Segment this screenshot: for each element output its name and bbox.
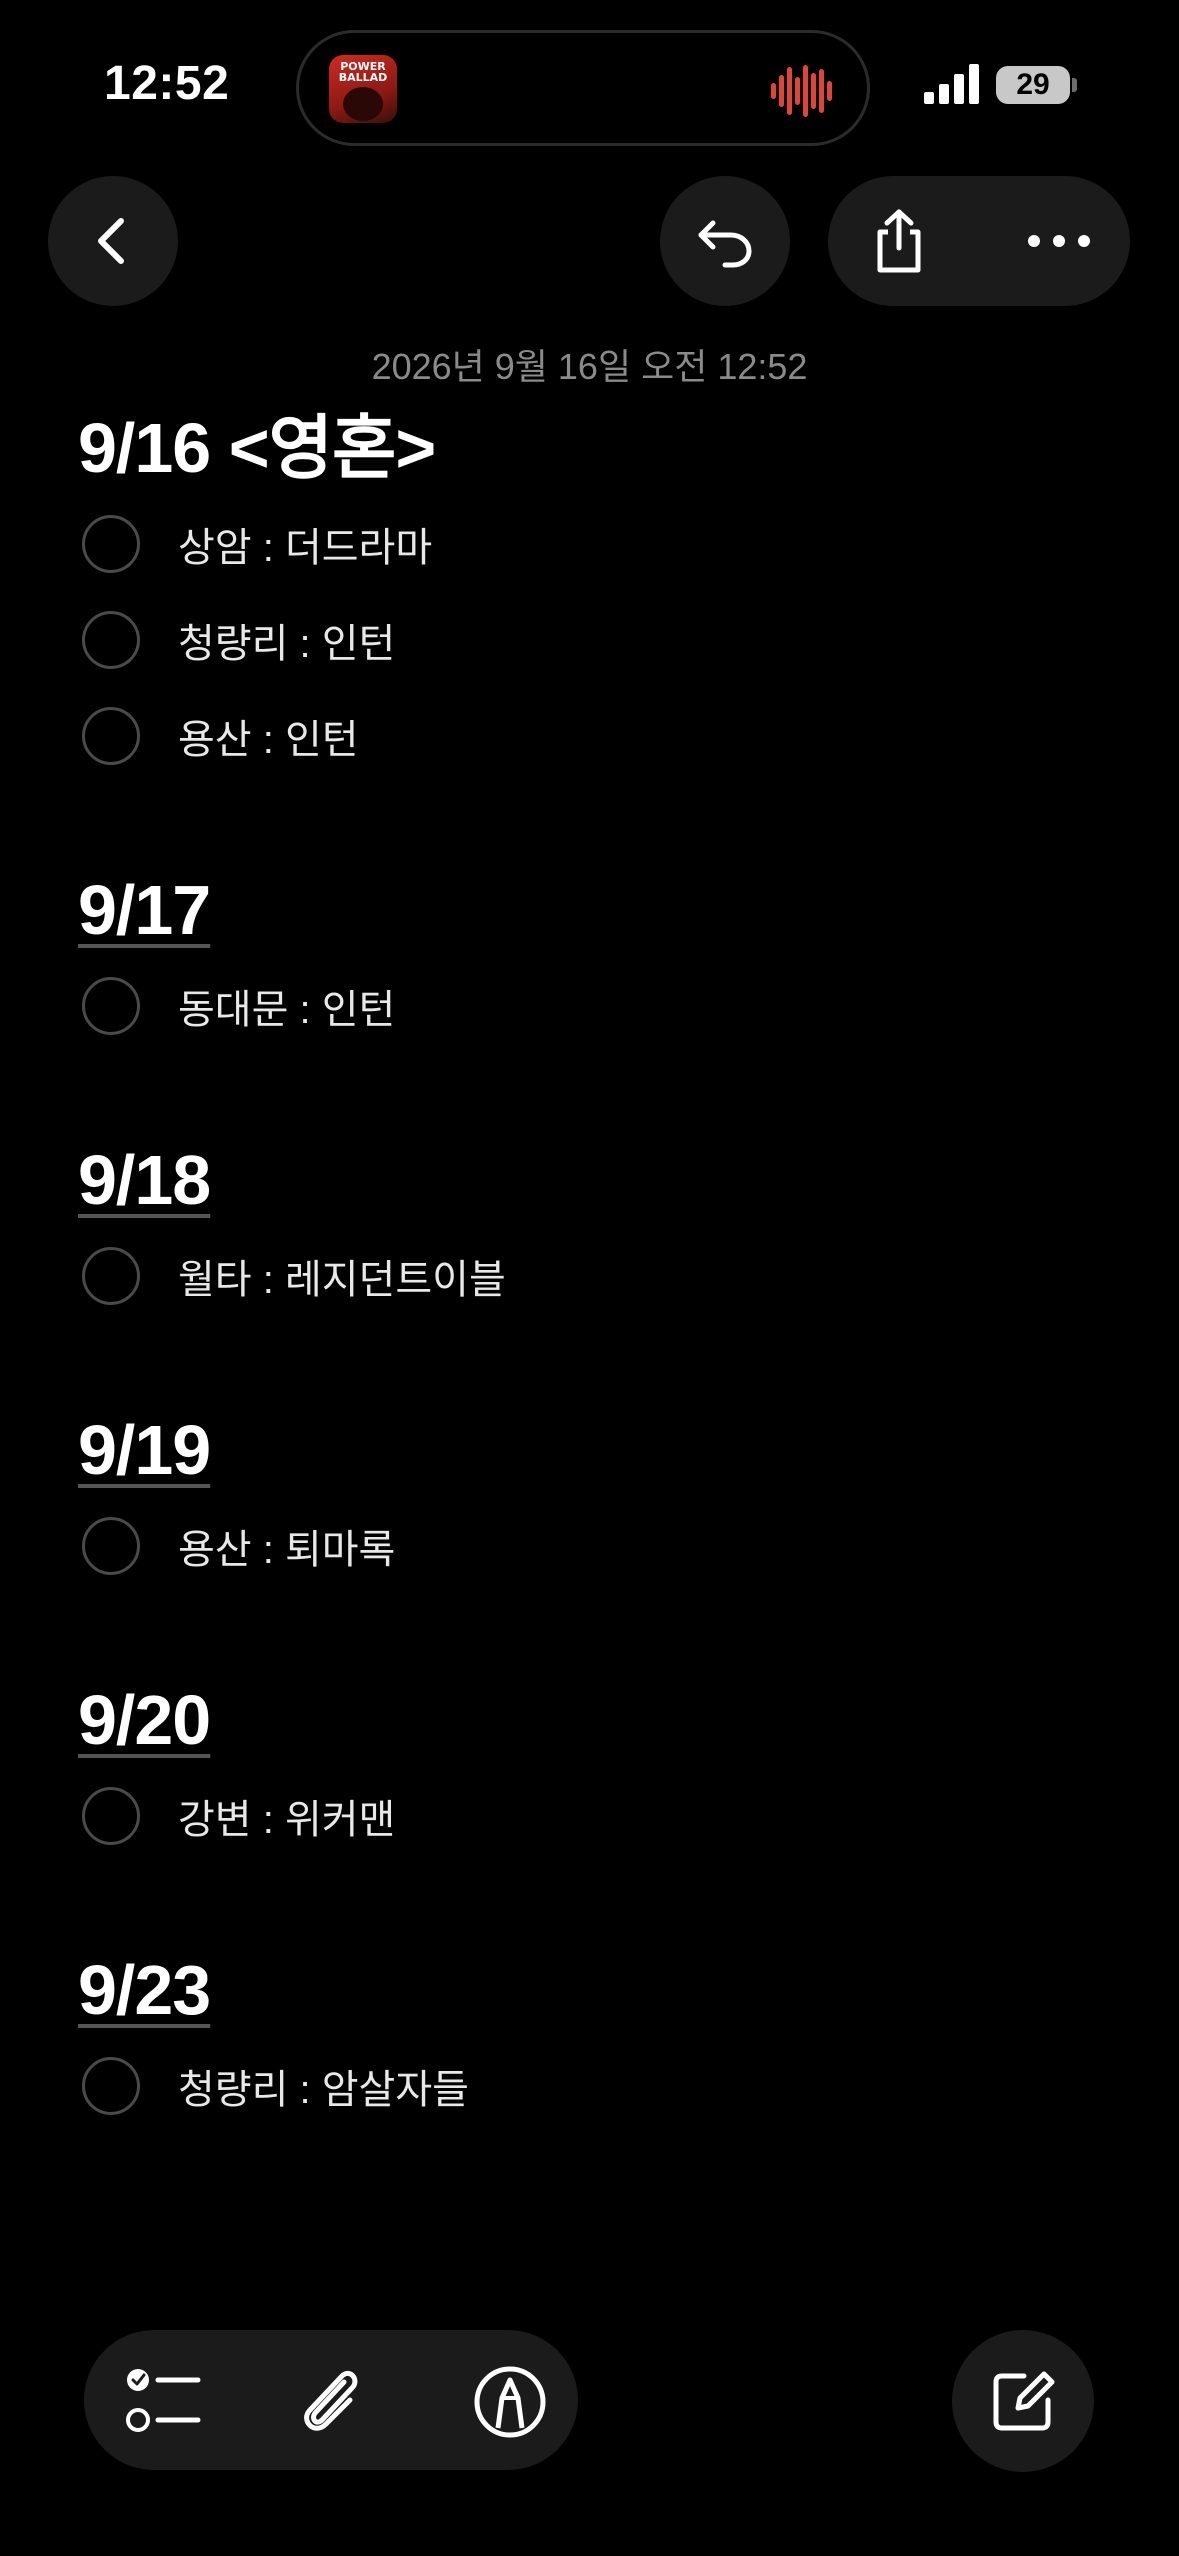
share-more-group: [828, 176, 1130, 306]
paperclip-icon[interactable]: [294, 2364, 370, 2440]
note-section: 9/20 강변 : 위커맨: [78, 1672, 1138, 1864]
note-timestamp: 2026년 9월 16일 오전 12:52: [371, 346, 808, 387]
chevron-left-icon: [98, 218, 124, 264]
undo-icon: [698, 220, 752, 268]
back-button[interactable]: [48, 176, 178, 306]
checklist-item-text[interactable]: 동대문 : 인턴: [178, 977, 395, 1035]
album-art: POWER BALLAD: [329, 55, 397, 123]
checklist-item-text[interactable]: 용산 : 퇴마록: [178, 1517, 395, 1575]
checklist-item-text[interactable]: 상암 : 더드라마: [178, 515, 432, 573]
checklist-item-text[interactable]: 월타 : 레지던트이블: [178, 1247, 506, 1305]
checklist-item-text[interactable]: 강변 : 위커맨: [178, 1787, 395, 1845]
battery-nub: [1072, 78, 1077, 92]
checklist-item: 청량리 : 인턴: [78, 592, 1138, 688]
dynamic-island[interactable]: POWER BALLAD: [296, 30, 870, 146]
checklist-item-text[interactable]: 청량리 : 인턴: [178, 611, 395, 669]
compose-button[interactable]: [952, 2330, 1094, 2472]
checklist-item: 월타 : 레지던트이블: [78, 1228, 1138, 1324]
checklist-item-text[interactable]: 청량리 : 암살자들: [178, 2057, 469, 2115]
status-time: 12:52: [104, 57, 230, 110]
album-art-text: POWER BALLAD: [338, 60, 388, 84]
undo-button[interactable]: [660, 176, 790, 306]
checkbox-circle[interactable]: [82, 515, 140, 573]
checkbox-circle[interactable]: [82, 707, 140, 765]
checklist-item: 강변 : 위커맨: [78, 1768, 1138, 1864]
audio-waveform-icon: [771, 65, 832, 117]
note-section: 9/17 동대문 : 인턴: [78, 862, 1138, 1054]
checkbox-circle[interactable]: [82, 1517, 140, 1575]
checklist-item: 동대문 : 인턴: [78, 958, 1138, 1054]
section-heading-text: 9/16 <영혼>: [78, 409, 436, 487]
checkbox-circle[interactable]: [82, 2057, 140, 2115]
note-section: 9/19 용산 : 퇴마록: [78, 1402, 1138, 1594]
checklist-item: 용산 : 인턴: [78, 688, 1138, 784]
checkbox-circle[interactable]: [82, 1787, 140, 1845]
section-heading: 9/18: [78, 1132, 1138, 1228]
section-heading: 9/17: [78, 862, 1138, 958]
checklist-icon[interactable]: [126, 2364, 202, 2440]
checklist-item: 청량리 : 암살자들: [78, 2038, 1138, 2134]
ellipsis-icon[interactable]: [1026, 216, 1092, 266]
section-heading-text: 9/19: [78, 1411, 211, 1489]
note-section: 9/18 월타 : 레지던트이블: [78, 1132, 1138, 1324]
checkbox-circle[interactable]: [82, 977, 140, 1035]
section-heading: 9/19: [78, 1402, 1138, 1498]
share-icon[interactable]: [866, 208, 932, 274]
checklist-item-text[interactable]: 용산 : 인턴: [178, 707, 359, 765]
bottom-toolbar: [84, 2330, 578, 2470]
section-heading-text: 9/20: [78, 1681, 211, 1759]
note-body[interactable]: 9/16 <영혼> 상암 : 더드라마청량리 : 인턴용산 : 인턴 9/17 동대문…: [78, 400, 1138, 2212]
section-heading: 9/16 <영혼>: [78, 400, 1138, 496]
section-heading-text: 9/18: [78, 1141, 211, 1219]
section-heading: 9/20: [78, 1672, 1138, 1768]
section-heading-text: 9/17: [78, 871, 211, 949]
note-section: 9/16 <영혼> 상암 : 더드라마청량리 : 인턴용산 : 인턴: [78, 400, 1138, 784]
checklist-item: 상암 : 더드라마: [78, 496, 1138, 592]
cellular-signal-icon: [924, 64, 979, 104]
battery-indicator: 29: [996, 66, 1070, 104]
checkbox-circle[interactable]: [82, 611, 140, 669]
compose-icon: [993, 2371, 1055, 2431]
note-section: 9/23 청량리 : 암살자들: [78, 1942, 1138, 2134]
section-heading: 9/23: [78, 1942, 1138, 2038]
section-heading-text: 9/23: [78, 1951, 211, 2029]
markup-pen-icon[interactable]: [472, 2364, 548, 2440]
checkbox-circle[interactable]: [82, 1247, 140, 1305]
checklist-item: 용산 : 퇴마록: [78, 1498, 1138, 1594]
